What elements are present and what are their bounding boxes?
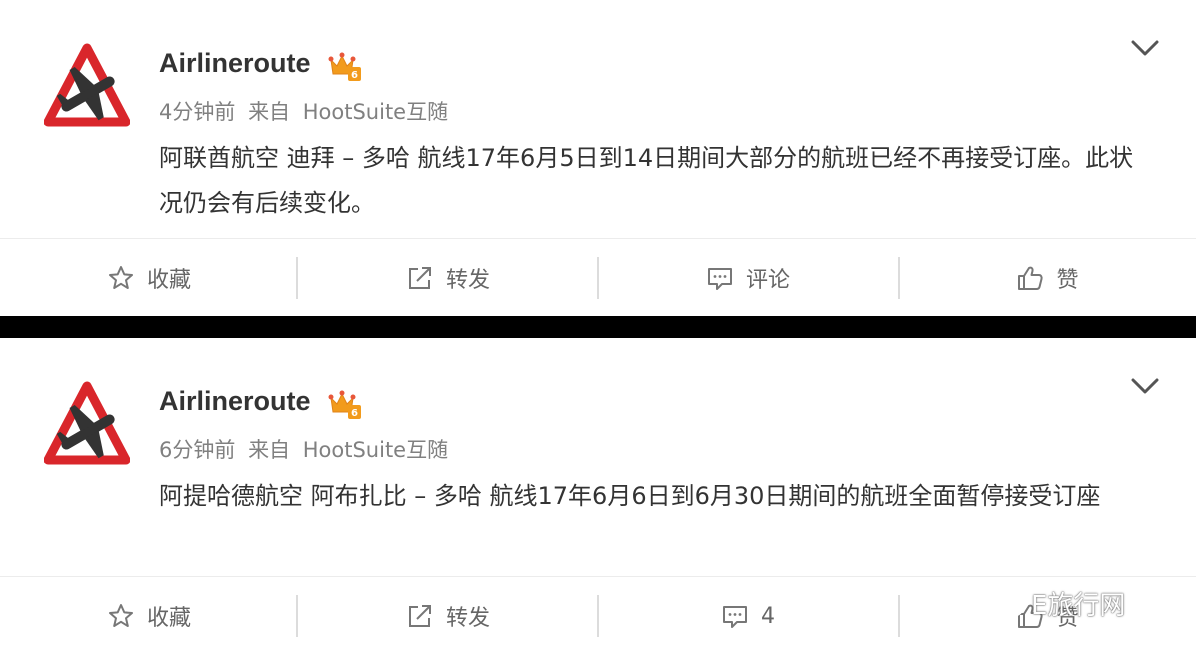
comment-button[interactable]: 4 — [599, 577, 897, 654]
like-label: 赞 — [1056, 606, 1079, 631]
like-label: 赞 — [1056, 268, 1079, 293]
source-prefix: 来自 — [248, 438, 291, 462]
source-link[interactable]: HootSuite互随 — [303, 438, 448, 462]
divider — [296, 595, 298, 637]
avatar[interactable] — [44, 380, 130, 466]
chevron-down-icon[interactable] — [1130, 374, 1160, 398]
post-meta: 6分钟前 来自 HootSuite互随 — [159, 434, 454, 464]
star-icon — [108, 266, 133, 289]
comment-count: 4 — [761, 603, 775, 629]
crown-icon[interactable]: 6 — [328, 388, 362, 420]
comment-label: 评论 — [745, 268, 790, 293]
post-text: 阿提哈德航空 阿布扎比 – 多哈 航线17年6月6日到6月30日期间的航班全面暂… — [159, 482, 1101, 510]
like-button[interactable]: 赞 — [899, 577, 1196, 654]
favorite-label: 收藏 — [146, 268, 191, 293]
post-card: Airlineroute 6 4分钟前 来自 HootSuite互随 阿联酋航空… — [0, 0, 1196, 316]
username[interactable]: Airlineroute — [159, 386, 311, 417]
post-card: Airlineroute 6 6分钟前 来自 HootSuite互随 阿提哈德航… — [0, 338, 1196, 654]
svg-text:6: 6 — [351, 70, 358, 81]
avatar[interactable] — [44, 42, 130, 128]
share-icon — [408, 267, 431, 289]
favorite-button[interactable]: 收藏 — [0, 239, 298, 316]
repost-label: 转发 — [445, 606, 490, 631]
action-bar: 收藏 转发 4 赞 — [0, 576, 1196, 654]
post-time[interactable]: 6分钟前 — [159, 438, 235, 462]
share-icon — [408, 605, 431, 627]
repost-label: 转发 — [445, 268, 490, 293]
comment-icon — [723, 606, 747, 628]
comment-button[interactable]: 评论 — [599, 239, 897, 316]
username[interactable]: Airlineroute — [159, 48, 311, 79]
star-icon — [108, 604, 133, 627]
chevron-down-icon[interactable] — [1130, 36, 1160, 60]
thumbs-up-icon — [1018, 266, 1044, 290]
source-link[interactable]: HootSuite互随 — [303, 100, 448, 124]
comment-icon — [707, 268, 732, 290]
post-time[interactable]: 4分钟前 — [159, 100, 235, 124]
action-bar: 收藏 转发 评论 赞 — [0, 238, 1196, 316]
source-prefix: 来自 — [248, 100, 291, 124]
repost-button[interactable]: 转发 — [299, 239, 597, 316]
thumbs-up-icon — [1018, 604, 1044, 628]
crown-icon[interactable]: 6 — [328, 50, 362, 82]
post-meta: 4分钟前 来自 HootSuite互随 — [159, 96, 454, 126]
repost-button[interactable]: 转发 — [299, 577, 597, 654]
divider — [296, 257, 298, 299]
post-text: 阿联酋航空 迪拜 – 多哈 航线17年6月5日到14日期间大部分的航班已经不再接… — [159, 144, 1134, 217]
favorite-button[interactable]: 收藏 — [0, 577, 298, 654]
favorite-label: 收藏 — [146, 606, 191, 631]
svg-text:6: 6 — [351, 408, 358, 419]
like-button[interactable]: 赞 — [899, 239, 1196, 316]
